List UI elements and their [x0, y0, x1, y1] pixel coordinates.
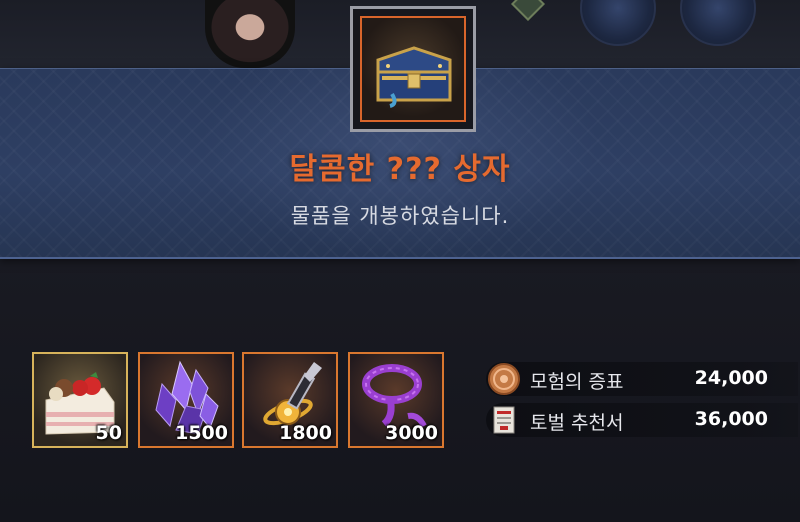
opened-item-frame — [350, 6, 476, 132]
subjugation-scroll-icon — [493, 406, 515, 434]
currency-value: 24,000 — [694, 367, 768, 389]
reward-slot-rope[interactable]: 3000 — [348, 352, 444, 448]
currency-value: 36,000 — [694, 408, 768, 430]
reward-slot-potion[interactable]: 1800 — [242, 352, 338, 448]
currency-label: 토벌 추천서 — [530, 412, 624, 434]
currency-row-subjugation-scroll: 토벌 추천서 36,000 — [486, 403, 798, 437]
currency-row-adventure-token: 모험의 증표 24,000 — [486, 362, 798, 396]
reward-slot-cake[interactable]: 50 — [32, 352, 128, 448]
adventure-coin-icon — [488, 363, 520, 395]
reward-quantity: 1800 — [279, 422, 332, 444]
reward-quantity: 3000 — [385, 422, 438, 444]
item-title: 달콤한 ??? 상자 — [289, 152, 511, 187]
character-portrait — [205, 0, 295, 68]
treasure-chest-icon — [376, 46, 452, 108]
open-message: 물품을 개봉하였습니다. — [290, 204, 510, 228]
reward-slot-crystal[interactable]: 1500 — [138, 352, 234, 448]
currency-label: 모험의 증표 — [530, 371, 624, 393]
reward-quantity: 1500 — [175, 422, 228, 444]
reward-quantity: 50 — [95, 422, 122, 444]
